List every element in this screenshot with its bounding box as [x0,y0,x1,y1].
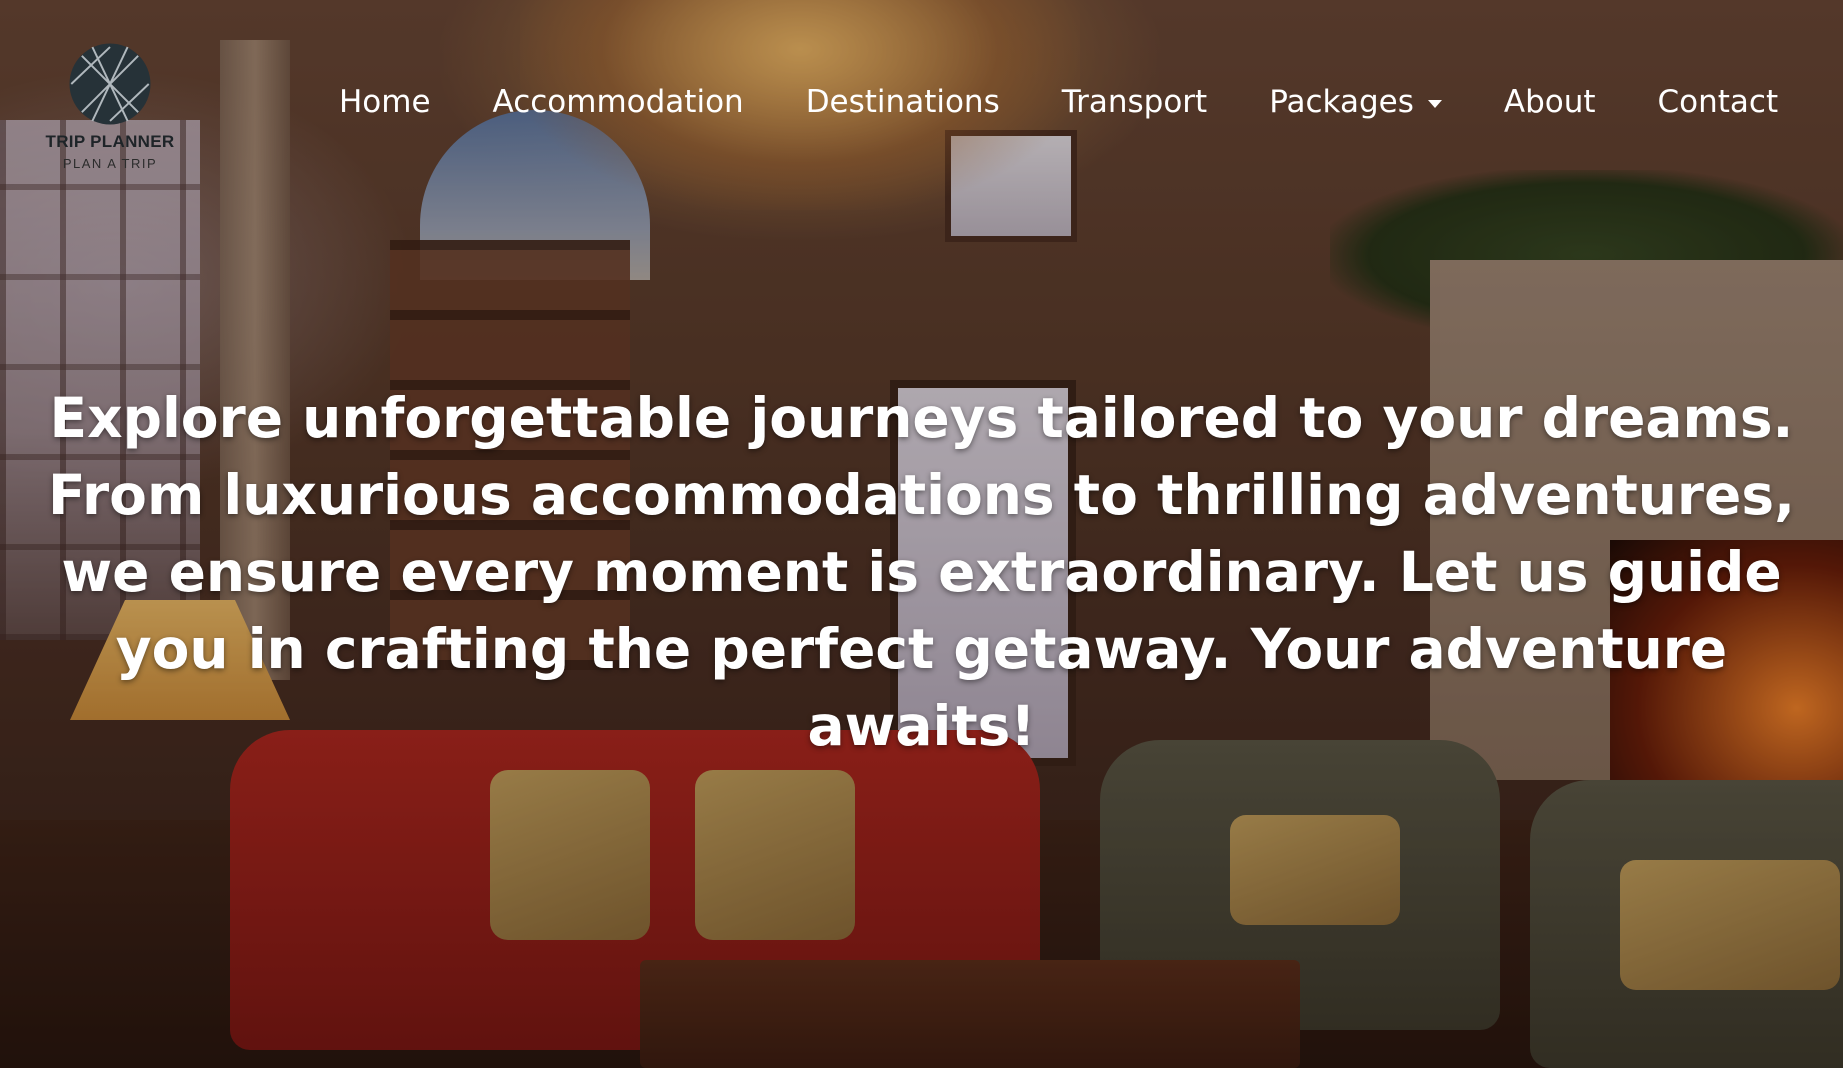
nav-home-label: Home [339,84,431,120]
nav-contact[interactable]: Contact [1658,84,1779,120]
nav-destinations-label: Destinations [805,84,1000,120]
nav-destinations[interactable]: Destinations [806,84,1000,120]
site-logo[interactable]: TRIP PLANNER PLAN A TRIP [30,40,190,171]
nav-accommodation[interactable]: Accommodation [493,84,744,120]
nav-transport-label: Transport [1061,84,1208,120]
nav-packages-label: Packages [1269,84,1414,120]
nav-about-label: About [1503,84,1596,120]
nav-home[interactable]: Home [339,84,431,120]
chevron-down-icon [1427,100,1442,108]
brand-name: TRIP PLANNER [45,132,175,151]
geometric-globe-icon [69,43,151,125]
hero-headline: Explore unforgettable journeys tailored … [47,386,1795,758]
nav-packages[interactable]: Packages [1269,84,1442,120]
hero-background: TRIP PLANNER PLAN A TRIP Home Accommodat… [0,0,1843,1068]
nav-contact-label: Contact [1657,84,1779,120]
brand-tagline: PLAN A TRIP [62,156,158,171]
nav-transport[interactable]: Transport [1062,84,1207,120]
main-nav: Home Accommodation Destinations Transpor… [339,84,1778,120]
nav-accommodation-label: Accommodation [492,84,744,120]
nav-about[interactable]: About [1504,84,1596,120]
